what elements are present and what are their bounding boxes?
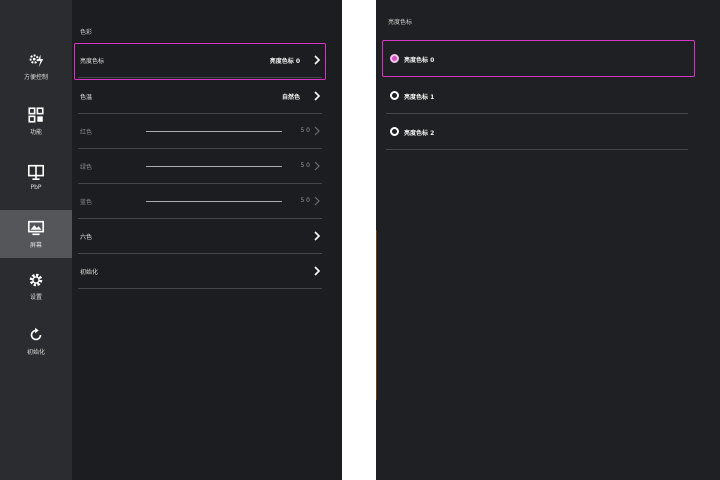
- sidebar-item-label: 初始化: [26, 349, 45, 356]
- sidebar-item-settings[interactable]: 设置: [0, 262, 72, 310]
- chevron-right-icon: [314, 196, 320, 206]
- menu-row-blue[interactable]: 蓝色 5 0: [78, 185, 322, 219]
- option-label: 亮度色标 1: [404, 94, 435, 101]
- row-number: 5 0: [300, 162, 310, 169]
- sidebar-item-quick-control[interactable]: 方便控制: [0, 42, 72, 90]
- row-label: 色温: [80, 94, 93, 101]
- screen-edge: [376, 230, 377, 400]
- menu-row-green[interactable]: 绿色 5 0: [78, 150, 322, 184]
- menu-row-six-color[interactable]: 六色: [78, 220, 322, 254]
- left-screen: 方便控制 功能 PbP 屏幕 设置 初始化 色彩 亮度色标 亮度色标 0 色温 …: [0, 0, 342, 480]
- chevron-right-icon: [314, 266, 321, 276]
- focus-highlight: [74, 43, 326, 80]
- sidebar-item-reset[interactable]: 初始化: [0, 317, 72, 365]
- green-slider[interactable]: [146, 166, 282, 167]
- sidebar-item-label: PbP: [30, 184, 42, 191]
- radio-icon: [390, 127, 399, 136]
- chevron-right-icon: [314, 126, 320, 136]
- sidebar-item-function[interactable]: 功能: [0, 97, 72, 145]
- monitor-icon: [27, 220, 45, 236]
- menu-row-reset[interactable]: 初始化: [78, 255, 322, 289]
- row-label: 六色: [80, 234, 93, 241]
- row-label: 绿色: [80, 164, 93, 171]
- menu-row-red[interactable]: 红色 5 0: [78, 115, 322, 149]
- section-title: 色彩: [80, 29, 93, 36]
- menu-panel: 色彩 亮度色标 亮度色标 0 色温 自然色 红色 5 0 绿色 5 0 蓝色 5…: [72, 0, 342, 480]
- row-label: 红色: [80, 129, 93, 136]
- row-value: 自然色: [281, 94, 300, 101]
- pbp-icon: [27, 164, 45, 181]
- row-number: 5 0: [300, 127, 310, 134]
- grid-icon: [28, 107, 44, 123]
- chevron-right-icon: [314, 91, 321, 101]
- gear-icon: [29, 273, 43, 287]
- gear-bolt-icon: [29, 54, 44, 68]
- sidebar-item-label: 方便控制: [23, 74, 48, 81]
- sidebar-item-screen[interactable]: 屏幕: [0, 210, 72, 258]
- option-brightness-scale-2[interactable]: 亮度色标 2: [386, 114, 688, 150]
- blue-slider[interactable]: [146, 201, 282, 202]
- row-label: 初始化: [80, 269, 99, 276]
- focus-highlight: [382, 40, 695, 77]
- red-slider[interactable]: [146, 131, 282, 132]
- sidebar-item-label: 功能: [29, 129, 42, 136]
- sidebar-item-pbp[interactable]: PbP: [0, 153, 72, 201]
- reset-icon: [30, 327, 42, 341]
- option-label: 亮度色标 2: [404, 130, 435, 137]
- menu-row-color-temp[interactable]: 色温 自然色: [78, 80, 322, 114]
- row-number: 5 0: [300, 197, 310, 204]
- chevron-right-icon: [314, 161, 320, 171]
- chevron-right-icon: [314, 231, 321, 241]
- radio-icon: [390, 91, 399, 100]
- submenu-title: 亮度色标: [388, 19, 413, 26]
- sidebar-item-label: 设置: [29, 294, 42, 301]
- option-brightness-scale-1[interactable]: 亮度色标 1: [386, 78, 688, 114]
- sidebar: 方便控制 功能 PbP 屏幕 设置 初始化: [0, 0, 72, 480]
- row-label: 蓝色: [80, 199, 93, 206]
- right-screen: 亮度色标 亮度色标 0 亮度色标 1 亮度色标 2: [376, 0, 720, 480]
- sidebar-item-label: 屏幕: [29, 242, 42, 249]
